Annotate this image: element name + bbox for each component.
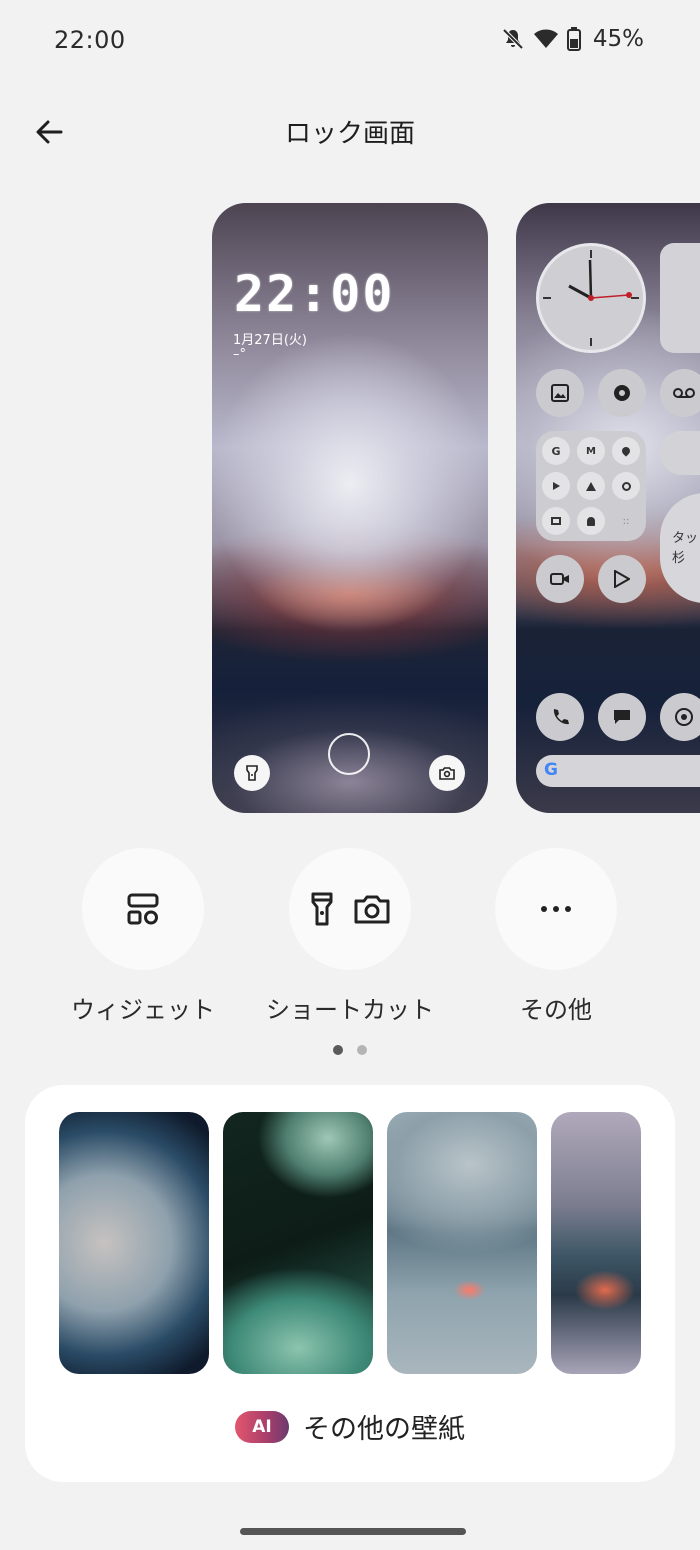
camera-icon (354, 895, 390, 924)
flashlight-icon (246, 765, 258, 781)
lock-date: 1月27日(火) (233, 333, 307, 348)
page-indicator (333, 1045, 367, 1055)
home-search-bar[interactable]: G (536, 755, 700, 787)
option-shortcuts-label: ショートカット (266, 996, 434, 1024)
youtube-icon (542, 472, 570, 500)
wallpaper-thumbnail[interactable] (551, 1112, 641, 1374)
status-bar: 22:00 45% (0, 0, 700, 80)
message-icon (614, 710, 630, 724)
music-icon (612, 472, 640, 500)
dots-grid-icon: :: (622, 515, 630, 527)
tv-icon (542, 507, 570, 535)
option-more-label: その他 (520, 996, 592, 1024)
fingerprint-indicator (328, 733, 370, 775)
app-shutter[interactable] (598, 369, 646, 417)
option-widgets[interactable]: ウィジェット (53, 848, 233, 1025)
preview-carousel[interactable]: 22:00 1月27日(火) –° G M:: タッ 杉 G (0, 203, 700, 813)
more-wallpapers-button[interactable]: AI その他の壁紙 (25, 1407, 675, 1446)
page-title: ロック画面 (284, 119, 415, 149)
app-chrome[interactable] (660, 693, 700, 741)
option-shortcuts[interactable]: ショートカット (260, 848, 440, 1025)
page-dot (357, 1045, 367, 1055)
clock-face-icon (543, 250, 639, 346)
battery-percentage: 45% (592, 26, 644, 52)
app-camera[interactable] (536, 555, 584, 603)
contacts-icon (577, 507, 605, 535)
home-screen-preview[interactable]: G M :: タッ 杉 G (516, 203, 700, 813)
shortcuts-button[interactable] (289, 848, 411, 970)
widgets-button[interactable] (82, 848, 204, 970)
maps-icon (612, 437, 640, 465)
option-more[interactable]: その他 (466, 848, 646, 1025)
gmail-icon: M (577, 437, 605, 465)
app-folder[interactable]: G M :: (536, 431, 646, 541)
status-time: 22:00 (54, 26, 126, 54)
flashlight-icon (311, 892, 333, 926)
wifi-icon (533, 27, 559, 51)
lock-screen-preview[interactable]: 22:00 1月27日(火) –° (212, 203, 488, 813)
play-store-icon (614, 570, 630, 588)
mute-icon (501, 27, 525, 51)
customization-options: ウィジェット ショートカット その他 (0, 848, 700, 1028)
more-horizontal-icon (541, 906, 571, 912)
app-play-store[interactable] (598, 555, 646, 603)
gesture-navigation-bar[interactable] (240, 1528, 466, 1535)
google-icon: G (542, 437, 570, 465)
toggle-widget (660, 431, 700, 475)
widgets-icon (127, 893, 159, 925)
lock-clock: 22:00 (234, 265, 395, 323)
voicemail-icon (673, 388, 695, 398)
round-widget: タッ 杉 (660, 493, 700, 603)
app-gallery[interactable] (536, 369, 584, 417)
analog-clock-widget (536, 243, 646, 353)
drive-icon (577, 472, 605, 500)
wallpaper-thumbnail[interactable] (59, 1112, 209, 1374)
wallpaper-thumbnail[interactable] (387, 1112, 537, 1374)
google-g-icon: G (544, 760, 558, 780)
more-button[interactable] (495, 848, 617, 970)
camera-icon (439, 767, 455, 780)
video-camera-icon (550, 573, 569, 585)
wallpaper-thumbnail[interactable] (223, 1112, 373, 1374)
gallery-icon (551, 384, 569, 402)
more-wallpapers-label: その他の壁紙 (303, 1414, 465, 1445)
option-widgets-label: ウィジェット (71, 996, 215, 1024)
status-icons: 45% (501, 26, 644, 52)
home-widget (660, 243, 700, 353)
battery-icon (566, 27, 581, 51)
ai-badge: AI (235, 1410, 289, 1443)
phone-icon (553, 709, 569, 725)
wallpaper-picker: AI その他の壁紙 (25, 1085, 675, 1482)
aperture-icon (614, 385, 630, 401)
lock-temperature: –° (233, 347, 246, 362)
page-dot-active (333, 1045, 343, 1055)
app-recorder[interactable] (660, 369, 700, 417)
app-bar: ロック画面 (0, 95, 700, 165)
app-messages[interactable] (598, 693, 646, 741)
app-phone[interactable] (536, 693, 584, 741)
lock-camera-shortcut[interactable] (429, 755, 465, 791)
lock-flashlight-shortcut[interactable] (234, 755, 270, 791)
chrome-icon (675, 708, 693, 726)
